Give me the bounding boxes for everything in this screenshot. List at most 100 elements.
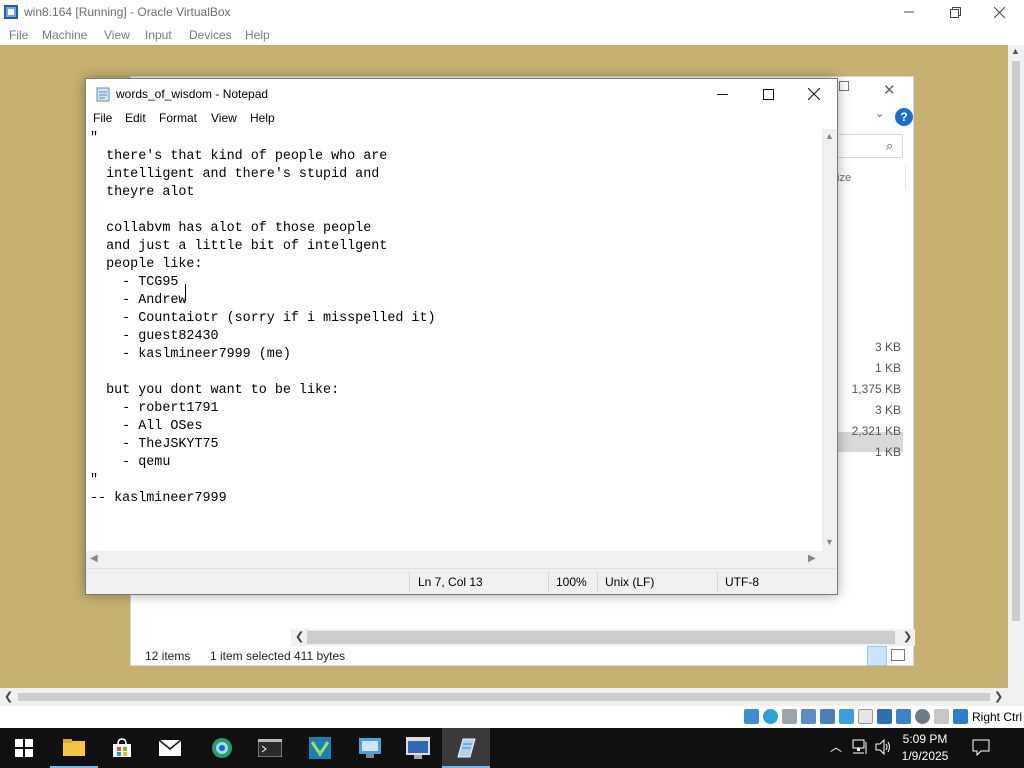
status-divider: [548, 572, 549, 592]
notepad-minimize-button[interactable]: [699, 79, 745, 109]
notepad-icon: [96, 87, 110, 102]
clock-date[interactable]: 1/9/2025: [896, 749, 954, 763]
virtualbox-icon: [4, 5, 18, 19]
start-button[interactable]: [0, 728, 48, 768]
explorer-maximize-icon[interactable]: [839, 81, 849, 91]
selection-size: 411 bytes: [294, 649, 346, 663]
taskbar-browser[interactable]: [198, 728, 246, 768]
file-size: 2,321 KB: [851, 424, 901, 438]
restore-button[interactable]: [932, 2, 978, 22]
cpu-icon[interactable]: [915, 709, 930, 724]
status-divider: [409, 572, 410, 592]
scrollbar-corner: [822, 551, 837, 568]
audio-icon[interactable]: [801, 709, 816, 724]
vbox-vertical-scrollbar[interactable]: ▲: [1008, 45, 1024, 688]
scrollbar-thumb[interactable]: [18, 693, 990, 701]
optical-drive-icon[interactable]: [763, 709, 778, 724]
taskbar-mail[interactable]: [146, 728, 194, 768]
scroll-left-icon[interactable]: ❮: [4, 690, 13, 703]
vbox-horizontal-scrollbar[interactable]: ❮ ❯: [0, 688, 1008, 706]
close-button[interactable]: [976, 2, 1022, 22]
scroll-up-icon[interactable]: ▲: [825, 131, 834, 141]
window-title: win8.164 [Running] - Oracle VirtualBox: [24, 5, 231, 19]
network-icon[interactable]: [820, 709, 835, 724]
scrollbar-thumb[interactable]: [307, 631, 895, 644]
shared-folders-icon[interactable]: [858, 709, 873, 724]
notepad-titlebar[interactable]: words_of_wisdom - Notepad: [86, 79, 837, 109]
display-icon[interactable]: [877, 709, 892, 724]
notepad-horizontal-scrollbar[interactable]: ◀ ▶: [86, 551, 822, 568]
mouse-integration-icon[interactable]: [934, 709, 949, 724]
notepad-menu-help[interactable]: Help: [250, 111, 275, 125]
menu-view[interactable]: View: [104, 28, 130, 42]
notepad-close-button[interactable]: [791, 79, 837, 109]
file-size: 1,375 KB: [851, 382, 901, 396]
notepad-menu-format[interactable]: Format: [159, 111, 197, 125]
notepad-menu-edit[interactable]: Edit: [125, 111, 146, 125]
status-divider: [597, 572, 598, 592]
chevron-up-icon[interactable]: ︿: [830, 738, 842, 755]
visual-studio-icon: [309, 737, 331, 759]
search-box[interactable]: ⌕: [837, 134, 903, 158]
globe-icon: [212, 738, 232, 758]
notepad-menu-view[interactable]: View: [211, 111, 237, 125]
scroll-right-icon[interactable]: ❯: [994, 690, 1003, 703]
vbox-menubar: File Machine View Input Devices Help: [0, 24, 1024, 45]
notepad-maximize-button[interactable]: [745, 79, 791, 109]
status-divider: [717, 572, 718, 592]
menu-devices[interactable]: Devices: [189, 28, 232, 42]
keyboard-capture-icon[interactable]: [953, 709, 968, 724]
text-caret: [185, 284, 186, 301]
menu-file[interactable]: File: [9, 28, 28, 42]
taskbar-file-explorer[interactable]: [50, 728, 98, 768]
taskbar-command-prompt[interactable]: [246, 728, 294, 768]
network-icon[interactable]: [852, 739, 870, 755]
menu-machine[interactable]: Machine: [42, 28, 87, 42]
notepad-vertical-scrollbar[interactable]: ▲ ▼: [822, 129, 837, 551]
help-icon[interactable]: ?: [895, 108, 913, 126]
taskbar: ︿ 5:09 PM 1/9/2025: [0, 728, 1024, 768]
size-column-header[interactable]: ize: [837, 172, 851, 184]
scroll-left-icon[interactable]: ❮: [295, 630, 304, 643]
notepad-text-area[interactable]: " there's that kind of people who are in…: [86, 129, 822, 551]
clock-time[interactable]: 5:09 PM: [896, 732, 954, 746]
minimize-icon: [716, 93, 728, 95]
scroll-down-icon[interactable]: ▼: [825, 537, 834, 547]
menu-input[interactable]: Input: [145, 28, 172, 42]
taskbar-visual-studio[interactable]: [296, 728, 344, 768]
file-size: 3 KB: [874, 403, 901, 417]
usb-icon[interactable]: [839, 709, 854, 724]
scroll-right-icon[interactable]: ▶: [808, 553, 816, 564]
notepad-title: words_of_wisdom - Notepad: [116, 87, 269, 101]
taskbar-computer-info[interactable]: [394, 728, 442, 768]
host-key[interactable]: Right Ctrl: [972, 710, 1022, 724]
large-icons-view-icon[interactable]: [891, 649, 905, 661]
details-view-icon[interactable]: [867, 646, 887, 666]
taskbar-control-panel[interactable]: [346, 728, 394, 768]
file-size: 3 KB: [874, 340, 901, 354]
menu-help[interactable]: Help: [245, 28, 270, 42]
volume-icon[interactable]: [875, 739, 893, 755]
document-text[interactable]: " there's that kind of people who are in…: [90, 130, 436, 508]
explorer-close-icon[interactable]: ✕: [883, 81, 896, 99]
terminal-icon: [258, 739, 282, 757]
control-panel-icon: [359, 738, 381, 758]
close-icon: [808, 88, 820, 100]
store-bag-icon: [113, 738, 131, 757]
scrollbar-thumb[interactable]: [1012, 61, 1020, 621]
explorer-horizontal-scrollbar[interactable]: ❮ ❯: [291, 629, 915, 646]
notepad-menu-file[interactable]: File: [93, 111, 112, 125]
minimize-button[interactable]: [886, 2, 932, 22]
scroll-left-icon[interactable]: ◀: [90, 553, 98, 564]
action-center-icon[interactable]: [972, 739, 990, 756]
zoom-level: 100%: [556, 575, 587, 589]
hard-disk-icon[interactable]: [744, 709, 759, 724]
taskbar-store[interactable]: [98, 728, 146, 768]
recording-icon[interactable]: [896, 709, 911, 724]
floppy-icon[interactable]: [782, 709, 797, 724]
vbox-titlebar: win8.164 [Running] - Oracle VirtualBox: [0, 0, 1024, 24]
chevron-down-icon[interactable]: ⌄: [875, 107, 884, 120]
scroll-right-icon[interactable]: ❯: [903, 630, 912, 643]
taskbar-notepad[interactable]: [442, 728, 490, 768]
scroll-up-icon[interactable]: ▲: [1011, 46, 1020, 56]
